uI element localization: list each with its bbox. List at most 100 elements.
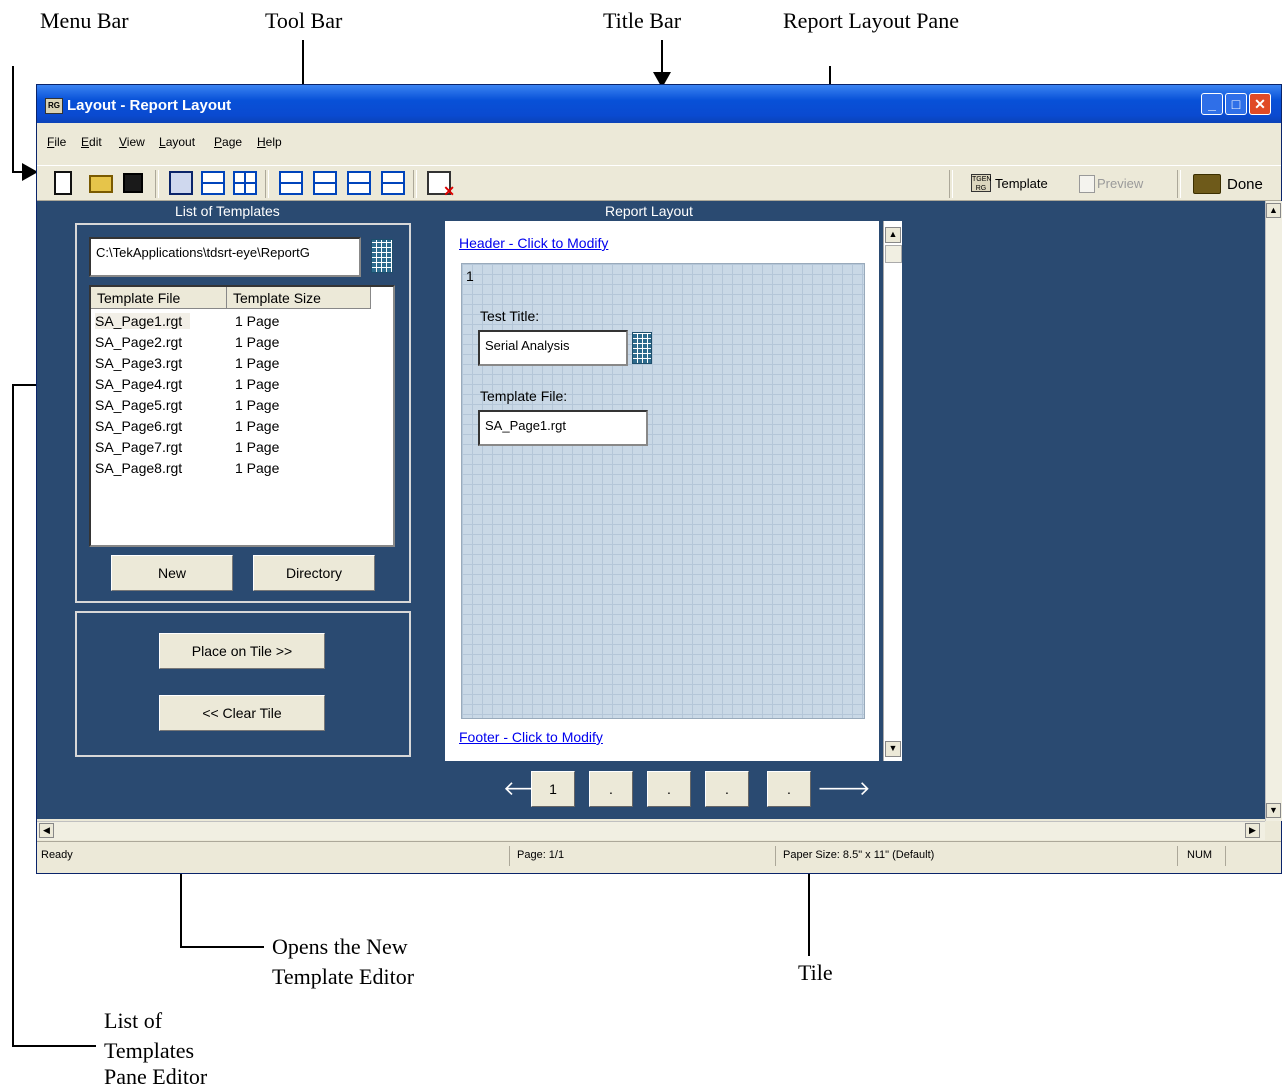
preview-button[interactable]: Preview — [1097, 176, 1143, 191]
report-page-scrollbar[interactable]: ▲ ▼ — [883, 221, 902, 761]
menu-bar-pointer-line — [12, 66, 14, 172]
new-button-pointer-line — [180, 946, 264, 948]
app-icon: RG — [45, 98, 63, 114]
template-file-cell: SA_Page5.rgt — [95, 397, 183, 413]
annotation-title-bar: Title Bar — [603, 8, 682, 33]
tile-number: 1 — [466, 268, 474, 284]
list-pane-pointer-line — [12, 1045, 96, 1047]
status-separator — [1225, 846, 1226, 866]
template-file-field[interactable]: SA_Page1.rgt — [478, 410, 648, 446]
save-disk-icon[interactable] — [123, 173, 143, 193]
toolbar-separator — [1177, 170, 1181, 198]
menu-bar: File Edit View Layout Page Help — [37, 125, 1281, 159]
page-button[interactable]: 1 — [531, 771, 575, 807]
maximize-button[interactable]: □ — [1225, 93, 1247, 115]
new-document-icon[interactable] — [54, 171, 72, 195]
arrow-right-icon[interactable]: 🡒 — [817, 779, 871, 799]
directory-path-field[interactable]: C:\TekApplications\tdsrt-eye\ReportG — [89, 237, 361, 277]
template-button[interactable]: Template — [995, 176, 1048, 191]
status-bar: Ready Page: 1/1 Paper Size: 8.5" x 11" (… — [37, 841, 1281, 874]
template-icon: TGEN RG — [971, 174, 992, 192]
place-on-tile-button[interactable]: Place on Tile >> — [159, 633, 325, 669]
close-button[interactable]: ✕ — [1249, 93, 1271, 115]
open-folder-icon[interactable] — [89, 175, 113, 193]
window-title: Layout - Report Layout — [67, 97, 232, 114]
status-separator — [775, 846, 776, 866]
template-row[interactable]: SA_Page3.rgt 1 Page — [95, 353, 385, 374]
minimize-button[interactable]: _ — [1201, 93, 1223, 115]
toolbar-separator — [265, 170, 269, 198]
template-row[interactable]: SA_Page8.rgt 1 Page — [95, 458, 385, 479]
template-size-cell: 1 Page — [235, 313, 280, 329]
scroll-up-icon[interactable]: ▲ — [885, 227, 901, 243]
footer-link[interactable]: Footer - Click to Modify — [459, 729, 603, 745]
directory-button[interactable]: Directory — [253, 555, 375, 591]
scroll-right-icon[interactable]: ▶ — [1245, 823, 1260, 838]
menu-file[interactable]: File — [47, 135, 66, 149]
templates-list[interactable]: Template File Template Size SA_Page1.rgt… — [89, 285, 395, 547]
templates-panel-title: List of Templates — [175, 203, 280, 219]
annotation-tool-bar: Tool Bar — [265, 8, 343, 33]
page-button[interactable]: . — [589, 771, 633, 807]
page-button[interactable]: . — [767, 771, 811, 807]
horizontal-scrollbar[interactable]: ◀ ▶ — [37, 821, 1265, 840]
clear-tile-button[interactable]: << Clear Tile — [159, 695, 325, 731]
status-ready: Ready — [41, 849, 73, 861]
done-folder-icon — [1193, 174, 1221, 194]
template-row[interactable]: SA_Page2.rgt 1 Page — [95, 332, 385, 353]
toolbar-separator — [949, 170, 953, 198]
test-title-input[interactable]: Serial Analysis — [478, 330, 628, 366]
arrow-left-icon[interactable]: 🡐 — [503, 779, 557, 799]
template-size-cell: 1 Page — [235, 460, 280, 476]
scroll-left-icon[interactable]: ◀ — [39, 823, 54, 838]
template-size-cell: 1 Page — [235, 397, 280, 413]
layout-four-tiles-icon[interactable] — [233, 171, 257, 195]
vertical-scrollbar[interactable]: ▲ ▼ — [1265, 201, 1282, 821]
menu-page[interactable]: Page — [214, 135, 242, 149]
annotation-tile: Tile — [798, 960, 833, 985]
tool-bar: TGEN RG Template Preview Done — [37, 165, 1281, 201]
title-bar[interactable]: RG Layout - Report Layout _ □ ✕ — [37, 85, 1281, 123]
template-size-cell: 1 Page — [235, 418, 280, 434]
column-header-template-file[interactable]: Template File — [91, 287, 227, 309]
report-tile[interactable]: 1 Test Title: Serial Analysis Template F… — [461, 263, 865, 719]
layout-single-icon[interactable] — [169, 171, 193, 195]
menu-layout[interactable]: Layout — [159, 135, 195, 149]
new-button[interactable]: New — [111, 555, 233, 591]
menu-help[interactable]: Help — [257, 135, 282, 149]
column-header-template-size[interactable]: Template Size — [227, 287, 371, 309]
template-row[interactable]: SA_Page6.rgt 1 Page — [95, 416, 385, 437]
status-separator — [1177, 846, 1178, 866]
scroll-down-icon[interactable]: ▼ — [1266, 803, 1281, 818]
scroll-up-icon[interactable]: ▲ — [1266, 203, 1281, 218]
template-row[interactable]: SA_Page5.rgt 1 Page — [95, 395, 385, 416]
template-row[interactable]: SA_Page4.rgt 1 Page — [95, 374, 385, 395]
delete-tile-icon[interactable] — [427, 171, 455, 200]
layout-two-rows-icon[interactable] — [201, 171, 225, 195]
template-size-cell: 1 Page — [235, 334, 280, 350]
preview-icon — [1079, 175, 1095, 193]
template-file-cell: SA_Page3.rgt — [95, 355, 183, 371]
annotation-new-editor-line2: Template Editor — [272, 964, 415, 989]
tile-insert-icon[interactable] — [347, 171, 371, 195]
template-file-cell: SA_Page6.rgt — [95, 418, 183, 434]
scroll-down-icon[interactable]: ▼ — [885, 741, 901, 757]
menu-view[interactable]: View — [119, 135, 145, 149]
tile-replace-icon[interactable] — [381, 171, 405, 195]
page-button[interactable]: . — [647, 771, 691, 807]
list-pane-pointer-line — [12, 384, 14, 1046]
template-file-label: Template File: — [480, 388, 568, 404]
page-button[interactable]: . — [705, 771, 749, 807]
test-title-picker-icon[interactable] — [632, 332, 652, 364]
done-button[interactable]: Done — [1227, 176, 1263, 193]
template-row[interactable]: SA_Page1.rgt 1 Page — [95, 311, 385, 332]
browse-directory-icon[interactable] — [371, 239, 393, 273]
tile-split-icon[interactable] — [279, 171, 303, 195]
menu-edit[interactable]: Edit — [81, 135, 102, 149]
scroll-thumb[interactable] — [885, 245, 902, 263]
status-separator — [509, 846, 510, 866]
template-row[interactable]: SA_Page7.rgt 1 Page — [95, 437, 385, 458]
tile-split-alt-icon[interactable] — [313, 171, 337, 195]
annotation-list-pane-line3: Pane Editor — [104, 1064, 208, 1089]
header-link[interactable]: Header - Click to Modify — [459, 235, 608, 251]
